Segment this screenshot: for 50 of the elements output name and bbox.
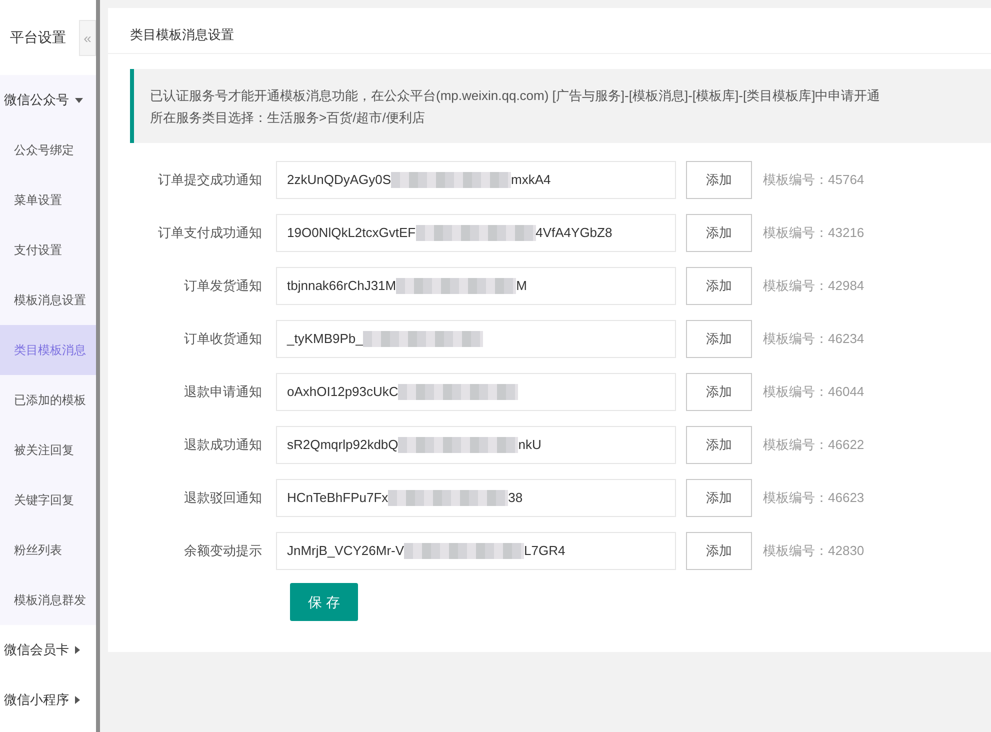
add-button[interactable]: 添加 — [686, 478, 752, 516]
menu-item[interactable]: 被关注回复 — [0, 425, 96, 475]
input-field[interactable]: _tyKMB9Pb_ — [276, 320, 676, 358]
template-number: 模板编号：43216 — [763, 224, 864, 242]
add-button[interactable]: 添加 — [686, 160, 752, 198]
template-number: 模板编号：46044 — [763, 382, 864, 401]
menu-item[interactable]: 菜单设置 — [0, 175, 96, 225]
caret-right-icon — [75, 696, 80, 704]
input-field[interactable]: JnMrjB_VCY26Mr-V L7GR4 — [276, 532, 676, 570]
menu-item[interactable]: 支付设置 — [0, 225, 96, 275]
template-number: 模板编号：46622 — [763, 436, 864, 454]
add-button[interactable]: 添加 — [686, 320, 752, 358]
input-field[interactable]: tbjnnak66rChJ31M M — [276, 266, 676, 304]
template-number: 模板编号：42830 — [763, 542, 864, 560]
field-label: 余额变动提示 — [183, 542, 263, 560]
field-label: 退款申请通知 — [183, 382, 263, 401]
save-button[interactable]: 保 存 — [290, 583, 358, 621]
add-button[interactable]: 添加 — [686, 214, 752, 252]
menu-item[interactable]: 模板消息群发 — [0, 575, 96, 625]
caret-down-icon — [75, 98, 83, 102]
notice-text: 已认证服务号才能开通模板消息功能，在公众平台(mp.weixin.qq.com) [广告与服务]-[模板消息]-[模板库]-[类目模板库]中申请开通 — [150, 87, 882, 105]
template-number: 模板编号：46234 — [763, 330, 864, 348]
add-button[interactable]: 添加 — [686, 266, 752, 304]
input-field[interactable]: sR2Qmqrlp92kdbQ nkU — [276, 426, 676, 464]
template-number: 模板编号：42984 — [763, 276, 864, 295]
add-button[interactable]: 添加 — [686, 532, 752, 570]
menu-group[interactable]: 微信公众号 — [0, 75, 96, 125]
notice-text: 所在服务类目选择：生活服务>百货/超市/便利店 — [150, 109, 426, 127]
panel-title: 类目模板消息设置 — [108, 8, 991, 54]
field-label: 退款驳回通知 — [183, 488, 263, 507]
template-number: 模板编号：46623 — [763, 488, 864, 507]
field-label: 订单提交成功通知 — [157, 170, 263, 189]
input-field[interactable]: oAxhOI12p93cUkC — [276, 372, 676, 410]
input-field[interactable]: 2zkUnQDyAGy0S mxkA4 — [276, 160, 676, 198]
field-label: 订单发货通知 — [183, 276, 263, 295]
menu-item[interactable]: 已添加的模板 — [0, 375, 96, 425]
template-number: 模板编号：45764 — [763, 170, 864, 189]
field-label: 订单支付成功通知 — [157, 224, 263, 242]
add-button[interactable]: 添加 — [686, 426, 752, 464]
input-field[interactable]: HCnTeBhFPu7Fx 38 — [276, 478, 676, 516]
menu-item[interactable]: 关键字回复 — [0, 475, 96, 525]
field-label: 退款成功通知 — [183, 436, 263, 454]
menu-item[interactable]: 模板消息设置 — [0, 275, 96, 325]
caret-right-icon — [75, 646, 80, 654]
field-label: 订单收货通知 — [183, 330, 263, 348]
input-field[interactable]: 19O0NlQkL2tcxGvtEF 4VfA4YGbZ8 — [276, 214, 676, 252]
menu-item[interactable]: 公众号绑定 — [0, 125, 96, 175]
menu-item[interactable]: 粉丝列表 — [0, 525, 96, 575]
sidebar-title: 平台设置 — [9, 28, 66, 47]
add-button[interactable]: 添加 — [686, 372, 752, 410]
